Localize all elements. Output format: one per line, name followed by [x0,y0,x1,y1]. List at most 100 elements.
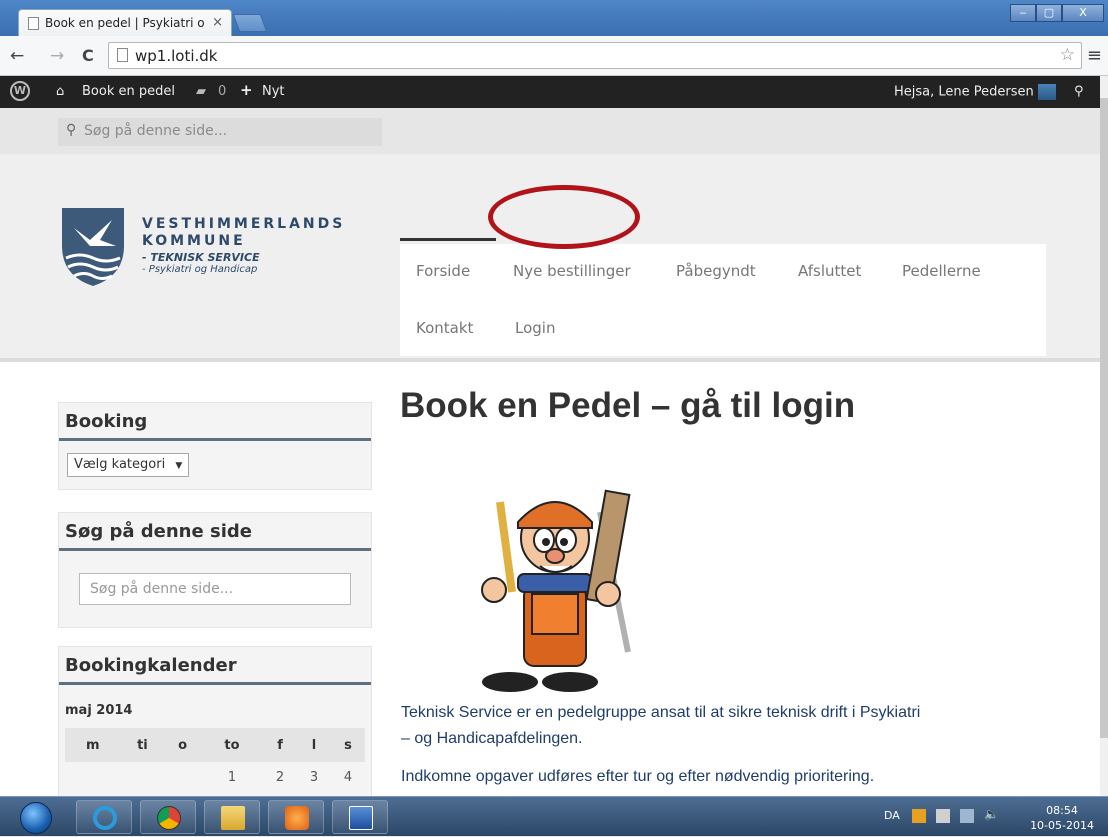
window-controls: ‒ ▢ X [1010,4,1104,22]
close-window-button[interactable]: X [1062,4,1104,22]
wordpress-icon[interactable]: W [10,81,30,101]
weekday-header: m [65,728,121,762]
logo-line-4: - Psykiatri og Handicap [142,264,258,275]
weekday-header: o [164,728,201,762]
sidebar-search-placeholder: Søg på denne side... [90,581,234,597]
admin-bar: W ⌂ Book en pedel ▰ 0 + Nyt Hejsa, Lene … [0,76,1100,108]
nav-pedellerne[interactable]: Pedellerne [902,262,981,280]
logo-line-1: VESTHIMMERLANDS [142,216,346,232]
weekday-header: f [263,728,298,762]
search-icon: ⚲ [66,122,77,138]
search-placeholder: Søg på denne side... [84,123,228,139]
page-icon [28,17,39,30]
browser-tab[interactable]: Book en pedel | Psykiatri o × [18,9,232,37]
calendar-day [65,762,121,792]
volume-icon[interactable]: 🔈 [984,807,999,821]
calendar-day [121,762,165,792]
nav-kontakt[interactable]: Kontakt [416,319,473,337]
bookmark-star-icon[interactable]: ☆ [1060,45,1075,65]
clock-time: 08:54 [1046,804,1078,817]
menu-icon[interactable]: ≡ [1087,45,1102,66]
logo-line-3: - TEKNISK SERVICE [142,251,260,264]
calendar-week-row: 1 2 3 4 [65,762,365,792]
system-tray: DA 🔈 08:54 10-05-2014 [878,797,1108,837]
nav-afsluttet[interactable]: Afsluttet [798,262,861,280]
second-paragraph: Indkomne opgaver udføres efter tur og ef… [401,768,875,785]
taskbar-chrome[interactable] [140,800,196,834]
calendar-widget-title: Bookingkalender [59,647,371,685]
category-select[interactable]: Vælg kategori ▼ [67,453,190,477]
nav-forside[interactable]: Forside [399,238,497,280]
clock[interactable]: 08:54 10-05-2014 [1030,803,1094,833]
language-indicator[interactable]: DA [884,809,900,822]
site-logo[interactable]: VESTHIMMERLANDS KOMMUNE - TEKNISK SERVIC… [60,206,342,290]
scrollbar-thumb[interactable] [1100,98,1108,738]
tab-close-icon[interactable]: × [212,15,223,30]
calendar-day[interactable]: 2 [263,762,297,792]
comments-count[interactable]: 0 [218,84,226,99]
calendar-month: maj 2014 [65,703,133,718]
taskbar-word[interactable] [332,800,388,834]
browser-tabstrip: Book en pedel | Psykiatri o × ‒ ▢ X [0,0,1108,37]
nav-nye-bestillinger[interactable]: Nye bestillinger [513,262,631,280]
nav-login[interactable]: Login [515,319,555,337]
new-tab-button[interactable] [232,14,268,32]
calendar-day[interactable]: 1 [201,762,263,792]
top-search-input[interactable]: ⚲ Søg på denne side... [58,118,382,146]
chrome-icon [157,806,181,830]
start-button[interactable] [6,800,66,836]
home-icon[interactable]: ⌂ [56,84,64,99]
calendar-day[interactable]: 4 [331,762,365,792]
booking-widget: Booking Vælg kategori ▼ [58,402,372,490]
internet-explorer-icon [93,806,117,830]
folder-icon [221,806,245,830]
weekday-header: l [297,728,331,762]
address-bar[interactable]: wp1.loti.dk ☆ [108,42,1082,69]
nav-paabegyndt[interactable]: Påbegyndt [676,262,756,280]
clock-date: 10-05-2014 [1030,819,1094,832]
account-link[interactable]: Hejsa, Lene Pedersen [894,84,1056,100]
tray-app-icon[interactable] [912,809,926,823]
intro-paragraph-line-1: Teknisk Service er en pedelgruppe ansat … [401,704,921,721]
greeting-text: Hejsa, Lene Pedersen [894,84,1034,100]
page-title: Book en Pedel – gå til login [400,386,856,425]
network-icon[interactable] [960,809,974,823]
forward-icon[interactable]: → [50,46,64,66]
url-text[interactable]: wp1.loti.dk [135,47,217,65]
handyman-illustration [481,489,631,692]
search-icon[interactable]: ⚲ [1074,84,1084,99]
calendar-day [164,762,201,792]
action-center-icon[interactable] [936,809,950,823]
calendar-table: m ti o to f l s 1 2 3 4 [65,728,365,792]
weekday-header: ti [120,728,165,762]
category-select-value: Vælg kategori [74,457,166,472]
taskbar-internet-explorer[interactable] [76,800,132,834]
calendar-widget: Bookingkalender maj 2014 m ti o to f l s [58,646,372,796]
top-search-bar: ⚲ Søg på denne side... [0,108,1100,154]
municipality-crest-icon [62,208,124,286]
reload-icon[interactable]: C [82,46,94,65]
maximize-button[interactable]: ▢ [1036,4,1062,22]
weekday-header: to [200,728,264,762]
taskbar-file-explorer[interactable] [204,800,260,834]
new-link[interactable]: Nyt [262,84,285,99]
annotation-circle [488,185,640,249]
back-icon[interactable]: ← [10,46,24,66]
page-icon [117,48,128,62]
avatar [1037,84,1056,100]
search-widget-title: Søg på denne side [59,513,371,551]
windows-logo-icon [20,802,52,834]
taskbar-media-player[interactable] [268,800,324,834]
plus-icon[interactable]: + [240,81,253,99]
scrollbar[interactable] [1100,76,1108,796]
comments-icon[interactable]: ▰ [196,84,206,99]
windows-taskbar: DA 🔈 08:54 10-05-2014 [0,796,1108,836]
site-name-link[interactable]: Book en pedel [82,84,175,99]
minimize-button[interactable]: ‒ [1010,4,1036,22]
booking-widget-title: Booking [59,403,371,441]
sidebar-search-input[interactable]: Søg på denne side... [79,573,351,605]
calendar-day[interactable]: 3 [297,762,331,792]
logo-line-2: KOMMUNE [142,233,246,249]
word-icon [349,806,373,830]
tab-title: Book en pedel | Psykiatri o [45,16,205,30]
